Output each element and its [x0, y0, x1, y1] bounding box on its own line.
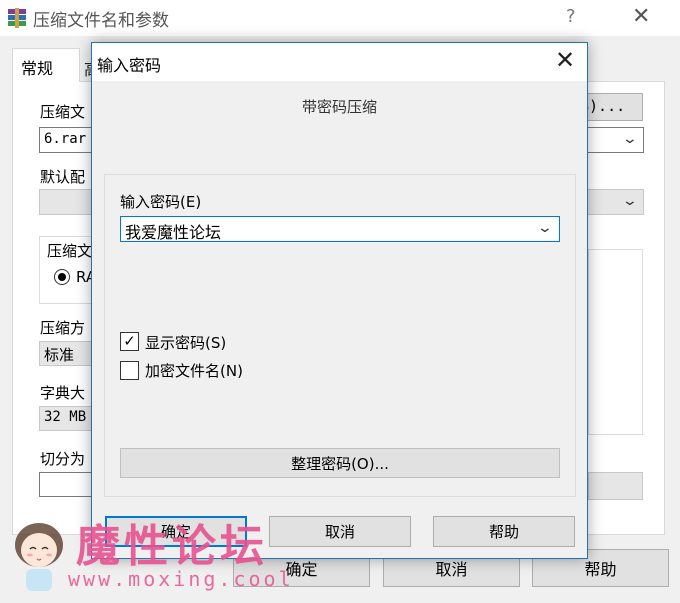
help-question-icon[interactable]: ? [566, 6, 576, 27]
dictionary-size-value: 32 MB [44, 409, 87, 425]
dictionary-size-select[interactable]: 32 MB [39, 406, 94, 431]
dialog-help-button[interactable]: 帮助 [433, 516, 575, 547]
compression-method-select[interactable]: 标准 [39, 341, 94, 366]
archive-format-label: 压缩文 [47, 242, 93, 260]
dialog-header-text: 带密码压缩 [301, 98, 377, 116]
password-value: 我爱魔性论坛 [125, 223, 222, 242]
dialog-title: 输入密码 [97, 56, 162, 75]
encrypt-filenames-label: 加密文件名(N) [145, 362, 243, 380]
rar-format-radio[interactable] [54, 269, 70, 285]
show-password-label: 显示密码(S) [145, 334, 227, 352]
archive-name-label: 压缩文 [40, 103, 86, 121]
dialog-title-bar [92, 43, 587, 81]
watermark-mascot-icon [15, 523, 63, 591]
dictionary-size-label: 字典大 [40, 384, 86, 402]
tab-general[interactable]: 常规 [12, 48, 80, 82]
chevron-down-icon[interactable]: ⌄ [622, 131, 638, 147]
default-profile-label: 默认配 [40, 168, 86, 186]
watermark-url: www.moxing.cool [68, 567, 294, 591]
compression-method-value: 标准 [44, 346, 75, 364]
checkmark-icon: ✓ [123, 332, 136, 350]
set-password-button[interactable] [588, 472, 643, 500]
password-label: 输入密码(E) [120, 193, 202, 211]
password-combo-input[interactable]: 我爱魔性论坛 [120, 216, 560, 242]
archiving-options-group [588, 249, 643, 435]
dialog-cancel-button[interactable]: 取消 [269, 516, 411, 547]
winrar-app-icon [8, 8, 26, 28]
encrypt-filenames-checkbox[interactable] [120, 361, 139, 380]
chevron-down-icon[interactable]: ⌄ [622, 193, 638, 209]
split-volumes-label: 切分为 [40, 450, 86, 468]
chevron-down-icon[interactable]: ⌄ [537, 220, 553, 236]
background-window-title: 压缩文件名和参数 [33, 11, 169, 31]
archive-name-value: 6.rar [44, 131, 87, 147]
background-close-icon[interactable]: ✕ [632, 4, 650, 29]
compression-method-label: 压缩方 [40, 319, 86, 337]
show-password-checkbox[interactable]: ✓ [120, 332, 139, 351]
split-volumes-input[interactable] [39, 472, 94, 497]
enter-password-dialog: 输入密码 ✕ 带密码压缩 输入密码(E) 我爱魔性论坛 ⌄ ✓ 显示密码(S) … [91, 42, 588, 559]
organize-passwords-button[interactable]: 整理密码(O)... [120, 448, 560, 478]
watermark-text: 魔性论坛 [76, 521, 268, 572]
dialog-close-icon[interactable]: ✕ [552, 46, 578, 74]
